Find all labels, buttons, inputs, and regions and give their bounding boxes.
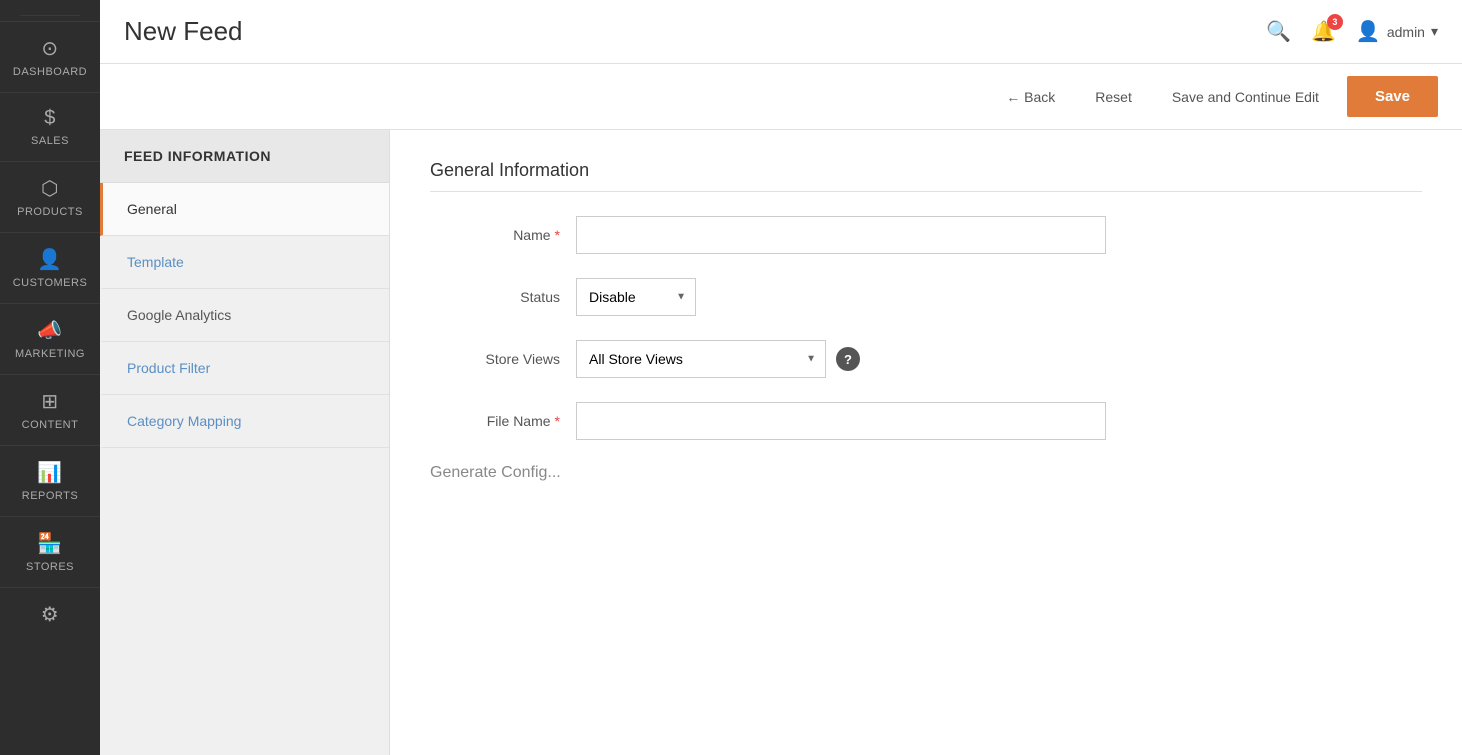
customers-icon: 👤 [37,247,62,272]
file-name-required-star: * [555,413,560,429]
name-required-star: * [555,227,560,243]
back-button[interactable]: ← Back [994,81,1067,113]
form-section-title: General Information [430,160,1422,181]
left-nav-item-template[interactable]: Template [100,236,389,289]
content-area: FEED INFORMATION General Template Google… [100,130,1462,755]
sales-icon: $ [44,107,56,130]
store-views-label: Store Views [430,351,560,367]
left-nav-section-header: FEED INFORMATION [100,130,389,183]
store-views-field-row: Store Views All Store Views ? [430,340,1422,378]
form-area: General Information Name* Status Disable… [390,130,1462,755]
products-icon: ⬡ [41,176,59,201]
save-button[interactable]: Save [1347,76,1438,117]
sidebar-item-reports[interactable]: 📊 REPORTS [0,445,100,516]
content-icon: ⊞ [41,389,58,414]
marketing-icon: 📣 [37,318,62,343]
section-divider [430,191,1422,192]
action-bar: ← Back Reset Save and Continue Edit Save [100,64,1462,130]
save-continue-button[interactable]: Save and Continue Edit [1160,81,1331,113]
sidebar-item-products[interactable]: ⬡ PRODUCTS [0,161,100,232]
sidebar-item-label: MARKETING [15,348,85,360]
sidebar-item-label: DASHBOARD [13,66,87,78]
status-field-row: Status Disable Enable [430,278,1422,316]
sidebar-item-marketing[interactable]: 📣 MARKETING [0,303,100,374]
reports-icon: 📊 [37,460,62,485]
sidebar-item-label: REPORTS [22,490,78,502]
name-input[interactable] [576,216,1106,254]
sidebar-item-dashboard[interactable]: ⊙ DASHBOARD [0,21,100,92]
store-views-select[interactable]: All Store Views [576,340,826,378]
search-icon[interactable]: 🔍 [1266,19,1291,44]
status-label: Status [430,289,560,305]
top-header: New Feed 🔍 🔔 3 👤 admin ▾ [100,0,1462,64]
sidebar-item-system[interactable]: ⚙ [0,587,100,646]
file-name-label: File Name* [430,413,560,429]
store-views-help-icon[interactable]: ? [836,347,860,371]
user-name: admin [1387,24,1425,40]
notification-bell[interactable]: 🔔 3 [1311,19,1336,44]
notification-badge: 3 [1327,14,1343,30]
sidebar-item-label: CONTENT [22,419,79,431]
user-menu[interactable]: 👤 admin ▾ [1356,19,1438,44]
main-content: New Feed 🔍 🔔 3 👤 admin ▾ ← Back Reset Sa… [100,0,1462,755]
sidebar-item-customers[interactable]: 👤 CUSTOMERS [0,232,100,303]
left-nav-item-google-analytics[interactable]: Google Analytics [100,289,389,342]
user-chevron-icon: ▾ [1431,23,1438,40]
sidebar-item-label: CUSTOMERS [13,277,88,289]
name-label: Name* [430,227,560,243]
sidebar: ⊙ DASHBOARD $ SALES ⬡ PRODUCTS 👤 CUSTOME… [0,0,100,755]
page-title: New Feed [124,16,243,47]
dashboard-icon: ⊙ [41,36,58,61]
sidebar-item-content[interactable]: ⊞ CONTENT [0,374,100,445]
stores-icon: 🏪 [37,531,62,556]
file-name-input[interactable] [576,402,1106,440]
sidebar-item-label: PRODUCTS [17,206,83,218]
store-views-arrow-wrapper: All Store Views [576,340,826,378]
left-nav: FEED INFORMATION General Template Google… [100,130,390,755]
sidebar-item-sales[interactable]: $ SALES [0,92,100,161]
file-name-field-row: File Name* [430,402,1422,440]
system-icon: ⚙ [41,602,59,627]
sidebar-item-label: STORES [26,561,74,573]
status-select[interactable]: Disable Enable [576,278,696,316]
left-nav-item-category-mapping[interactable]: Category Mapping [100,395,389,448]
left-nav-item-general[interactable]: General [100,183,389,236]
sidebar-item-stores[interactable]: 🏪 STORES [0,516,100,587]
store-views-select-wrapper: All Store Views ? [576,340,860,378]
user-avatar-icon: 👤 [1356,19,1381,44]
status-select-wrapper: Disable Enable [576,278,696,316]
reset-button[interactable]: Reset [1083,81,1144,113]
left-nav-item-product-filter[interactable]: Product Filter [100,342,389,395]
name-field-row: Name* [430,216,1422,254]
header-actions: 🔍 🔔 3 👤 admin ▾ [1266,19,1438,44]
generate-config-label: Generate Config... [430,464,1422,482]
sidebar-item-label: SALES [31,135,69,147]
sidebar-top-divider [20,15,80,16]
